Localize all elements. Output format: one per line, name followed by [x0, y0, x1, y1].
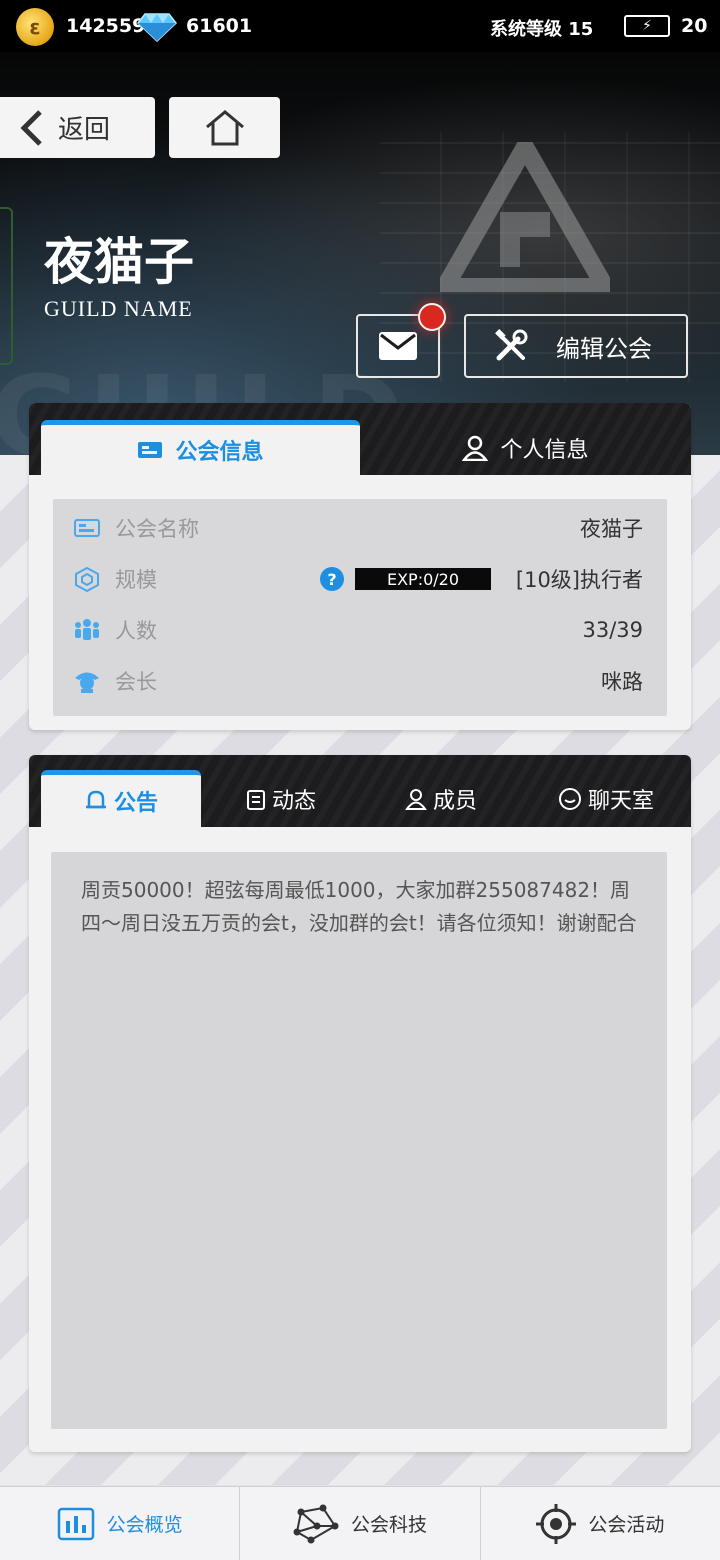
- edit-guild-label: 编辑公会: [556, 334, 652, 363]
- exp-bar: EXP:0/20: [355, 568, 491, 590]
- person-icon: [462, 435, 489, 461]
- guild-emblem-icon: [440, 142, 610, 292]
- tab-guild-info[interactable]: 公会信息: [41, 420, 360, 475]
- tab-announcement-label: 公告: [113, 791, 158, 816]
- bar-chart-icon: [57, 1507, 94, 1540]
- target-icon: [536, 1503, 577, 1544]
- leader-icon: [73, 667, 101, 695]
- home-button[interactable]: [169, 97, 280, 158]
- announcement-text: 周贡50000！超弦每周最低1000，大家加群255087482！周四～周日没五…: [81, 878, 637, 935]
- tab-personal-info-label: 个人信息: [500, 437, 589, 463]
- coin-icon: ε: [16, 8, 54, 46]
- tab-personal-info[interactable]: 个人信息: [360, 420, 691, 475]
- nav-guild-tech[interactable]: 公会科技: [240, 1487, 481, 1560]
- guild-notice-card: 公告 动态 成员 聊天室 周贡50000！超弦每周最低1000，大家加群2550…: [29, 755, 691, 1452]
- id-card-icon: [73, 514, 101, 542]
- info-row-leader: 会长 咪路: [53, 661, 667, 701]
- tab-announcement[interactable]: 公告: [41, 770, 201, 827]
- leader-label: 会长: [115, 670, 157, 694]
- tab-chatroom[interactable]: 聊天室: [521, 770, 691, 827]
- tools-icon: [495, 329, 528, 361]
- energy-icon: ⚡: [624, 15, 670, 37]
- back-button[interactable]: 返回: [0, 97, 155, 158]
- people-icon: [73, 616, 101, 644]
- cube-icon: [73, 565, 101, 593]
- gem-count: 61601: [186, 15, 253, 37]
- members-value: 33/39: [582, 618, 643, 642]
- guild-name-label: 公会名称: [115, 517, 199, 541]
- tab-guild-info-label: 公会信息: [175, 440, 264, 465]
- id-card-icon: [138, 442, 163, 458]
- status-bar: ε 142559 61601 系统等级 15 ⚡ 20: [0, 0, 720, 52]
- guild-subtitle: GUILD NAME: [44, 296, 193, 321]
- tab-activity[interactable]: 动态: [201, 770, 361, 827]
- clipboard-icon: [246, 789, 265, 810]
- network-icon: [293, 1504, 339, 1543]
- guild-title: 夜猫子: [44, 232, 194, 291]
- energy-count: 20: [681, 15, 708, 37]
- bell-icon: [85, 790, 106, 809]
- leader-value: 咪路: [601, 670, 643, 694]
- person-icon: [405, 788, 427, 810]
- scale-label: 规模: [115, 568, 157, 592]
- guild-info-list: 公会名称 夜猫子 规模 ? EXP:0/20 [10级]执行者 人数 33/39…: [53, 499, 667, 716]
- info-row-members: 人数 33/39: [53, 610, 667, 650]
- back-label: 返回: [58, 115, 111, 145]
- bottom-nav: 公会概览 公会科技 公会活动: [0, 1486, 720, 1560]
- diamond-icon: [137, 13, 177, 42]
- tab-activity-label: 动态: [271, 788, 316, 814]
- nav-guild-tech-label: 公会科技: [350, 1514, 427, 1536]
- info-row-scale: 规模 ? EXP:0/20 [10级]执行者: [53, 559, 667, 599]
- side-drawer-tab[interactable]: [0, 207, 13, 365]
- info-row-guild-name: 公会名称 夜猫子: [53, 508, 667, 548]
- announcement-box: 周贡50000！超弦每周最低1000，大家加群255087482！周四～周日没五…: [51, 852, 667, 1429]
- nav-guild-events-label: 公会活动: [588, 1514, 665, 1536]
- guild-info-card: 公会信息 个人信息 公会名称 夜猫子 规模 ? EXP:0/20 [10级]执行…: [29, 403, 691, 730]
- nav-guild-overview[interactable]: 公会概览: [0, 1487, 241, 1560]
- scale-value: [10级]执行者: [515, 568, 643, 592]
- nav-guild-overview-label: 公会概览: [106, 1514, 183, 1536]
- tab-members-label: 成员: [432, 788, 477, 814]
- edit-guild-button[interactable]: 编辑公会: [464, 314, 688, 378]
- mail-icon: [379, 332, 417, 360]
- coin-count: 142559: [66, 15, 146, 37]
- home-icon: [205, 109, 244, 145]
- help-icon[interactable]: ?: [320, 567, 344, 591]
- guild-name-value: 夜猫子: [580, 517, 643, 541]
- chevron-left-icon: [20, 109, 42, 146]
- nav-guild-events[interactable]: 公会活动: [481, 1487, 720, 1560]
- tab-chatroom-label: 聊天室: [587, 788, 654, 814]
- members-label: 人数: [115, 619, 157, 643]
- chat-bubble-icon: [558, 787, 581, 810]
- tab-members[interactable]: 成员: [361, 770, 521, 827]
- notification-badge: [418, 303, 446, 331]
- system-level: 系统等级 15: [490, 19, 594, 40]
